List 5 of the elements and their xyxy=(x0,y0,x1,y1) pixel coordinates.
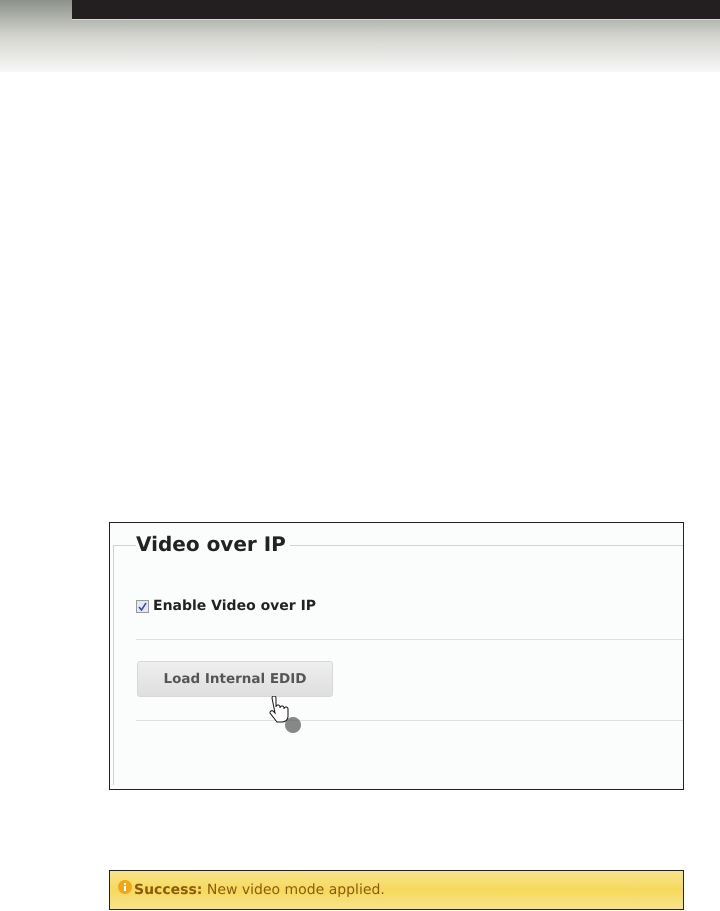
load-edid-button[interactable]: Load Internal EDID xyxy=(137,661,333,697)
checkbox-label: Enable Video over IP xyxy=(153,597,316,616)
checkbox[interactable] xyxy=(136,600,149,613)
message-text: Success: New video mode applied. xyxy=(134,880,385,900)
info-icon xyxy=(118,880,132,894)
